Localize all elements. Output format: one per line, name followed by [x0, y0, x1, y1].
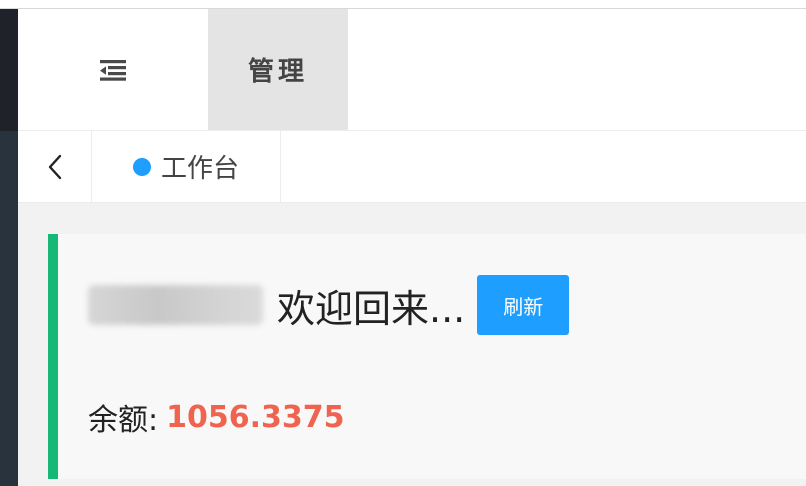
welcome-message: 欢迎回来...: [277, 286, 466, 331]
chevron-left-icon: [48, 154, 61, 179]
tab-workbench-label: 工作台: [160, 154, 239, 184]
welcome-card: 欢迎回来... 刷新 余额: 1056.3375: [48, 234, 806, 479]
tab-back-button[interactable]: [18, 131, 92, 202]
balance-value: 1056.3375: [166, 399, 345, 435]
sidebar-logo-area: [0, 9, 18, 131]
tab-workbench[interactable]: 工作台: [92, 131, 281, 202]
refresh-button[interactable]: 刷新: [477, 275, 570, 335]
balance-label: 余额:: [88, 403, 159, 438]
sidebar: [0, 9, 18, 486]
top-header: 管理: [18, 9, 806, 131]
welcome-row: 欢迎回来... 刷新: [88, 274, 570, 336]
menu-toggle-button[interactable]: [18, 9, 208, 130]
nav-item-manage[interactable]: 管理: [208, 9, 348, 130]
tab-active-dot: [132, 157, 151, 176]
tab-bar: 工作台: [18, 131, 806, 203]
top-border: [0, 0, 806, 9]
username-blurred: [88, 285, 263, 325]
menu-fold-icon: [100, 59, 126, 81]
balance-row: 余额: 1056.3375: [88, 397, 345, 439]
